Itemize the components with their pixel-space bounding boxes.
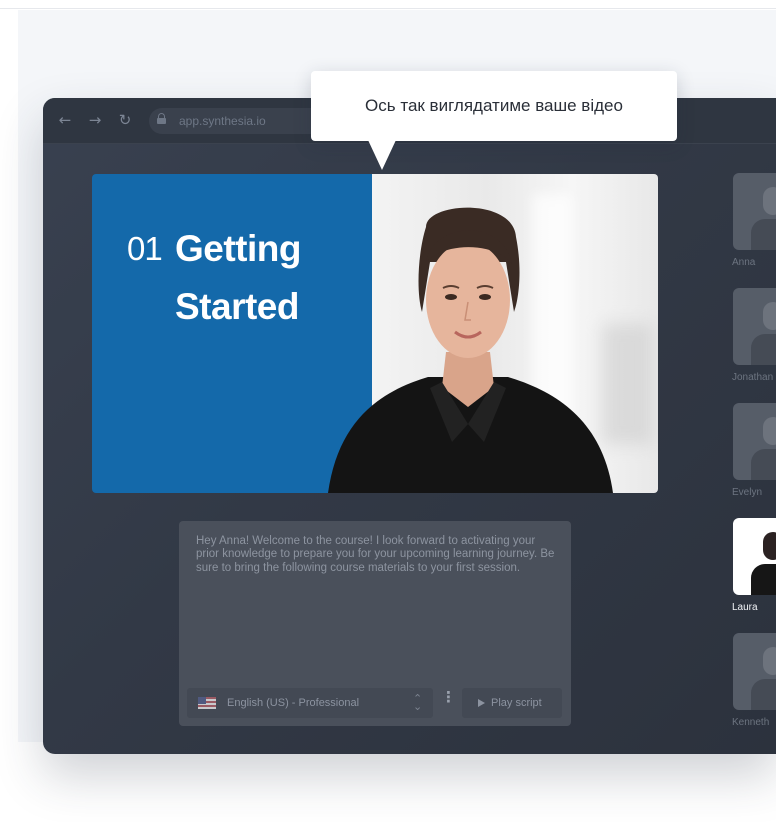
slide-title-line1: Getting: [175, 228, 301, 269]
us-flag-icon: [198, 697, 216, 709]
back-arrow-icon[interactable]: ←: [55, 110, 75, 130]
avatar-thumb-evelyn[interactable]: [733, 403, 776, 480]
avatar-name: Jonathan: [732, 372, 774, 383]
avatar-thumb-kenneth[interactable]: [733, 633, 776, 710]
more-options-button[interactable]: ⋮: [441, 689, 456, 717]
reload-icon[interactable]: ↻: [115, 110, 135, 130]
avatar-thumb-laura[interactable]: [733, 518, 776, 595]
forward-arrow-icon[interactable]: →: [85, 110, 105, 130]
play-icon: [478, 699, 485, 707]
avatar-thumb-anna[interactable]: [733, 173, 776, 250]
preview-tooltip: Ось так виглядатиме ваше відео: [311, 71, 677, 141]
avatar-name: Kenneth: [732, 717, 770, 728]
select-chevron-icon: ⌃ ⌄: [413, 692, 423, 713]
voice-language-value: English (US) - Professional: [227, 697, 360, 709]
presenter-avatar: [328, 207, 613, 493]
script-editor[interactable]: Hey Anna! Welcome to the course! I look …: [179, 521, 571, 726]
script-textarea[interactable]: Hey Anna! Welcome to the course! I look …: [196, 535, 556, 575]
address-url[interactable]: app.synthesia.io: [179, 114, 266, 128]
slide-title-line2: Started: [175, 286, 299, 327]
play-script-button[interactable]: Play script: [462, 688, 562, 718]
slide-number: 01: [127, 230, 163, 267]
avatar-thumb-jonathan[interactable]: [733, 288, 776, 365]
video-preview[interactable]: 01 Getting Started: [92, 174, 658, 493]
avatar-name: Anna: [732, 257, 756, 268]
tooltip-pointer: [368, 140, 396, 170]
voice-language-select[interactable]: English (US) - Professional ⌃ ⌄: [187, 688, 433, 718]
avatar-name: Evelyn: [732, 487, 763, 498]
page: ← → ↻ app.synthesia.io 01 Getting Starte…: [0, 0, 776, 822]
top-divider: [0, 8, 776, 9]
play-script-label: Play script: [491, 697, 542, 709]
lock-icon: [157, 113, 166, 124]
avatar-name: Laura: [732, 602, 758, 613]
